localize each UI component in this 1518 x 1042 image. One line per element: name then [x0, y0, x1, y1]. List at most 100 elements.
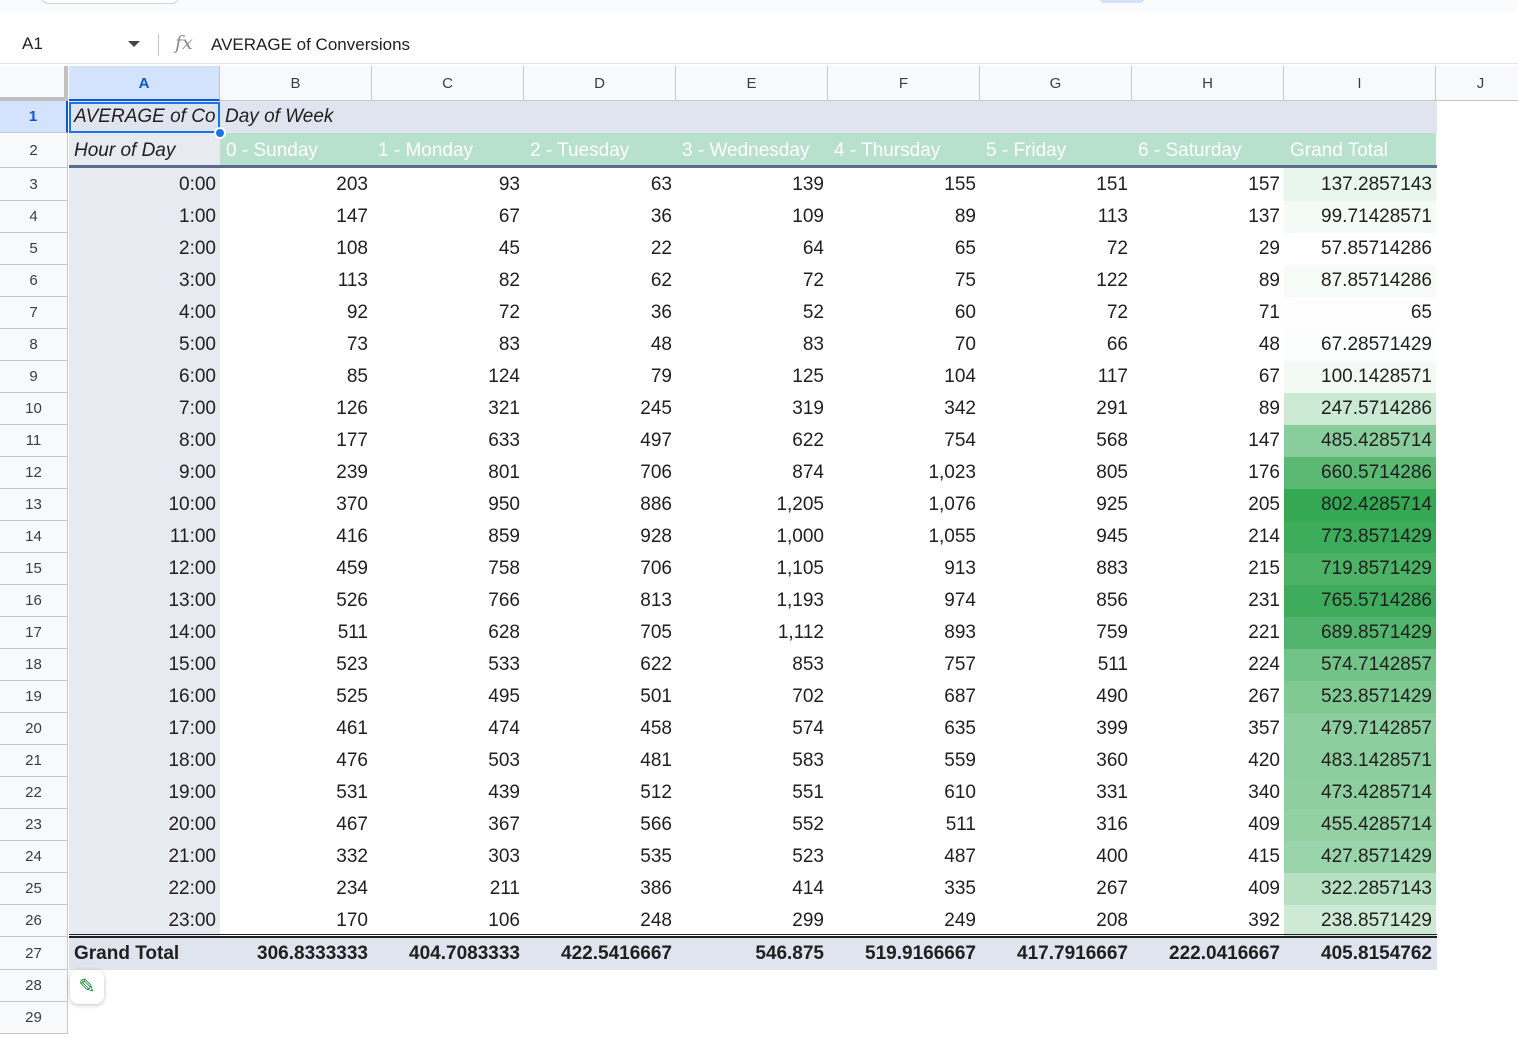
- hour-label[interactable]: 15:00: [69, 649, 220, 681]
- data-cell[interactable]: 62: [524, 265, 676, 297]
- data-cell[interactable]: 89: [1132, 265, 1284, 297]
- hour-label[interactable]: 9:00: [69, 457, 220, 489]
- data-cell[interactable]: 1,076: [828, 489, 980, 521]
- data-cell[interactable]: 125: [676, 361, 828, 393]
- data-cell[interactable]: 622: [524, 649, 676, 681]
- data-cell[interactable]: 215: [1132, 553, 1284, 585]
- data-cell[interactable]: 224: [1132, 649, 1284, 681]
- data-cell[interactable]: 526: [220, 585, 372, 617]
- data-cell[interactable]: 702: [676, 681, 828, 713]
- grand-total-cell[interactable]: 427.8571429: [1284, 841, 1436, 873]
- data-cell[interactable]: 512: [524, 777, 676, 809]
- data-cell[interactable]: 203: [220, 168, 372, 201]
- data-cell[interactable]: 321: [372, 393, 524, 425]
- grand-total-cell[interactable]: 773.8571429: [1284, 521, 1436, 553]
- data-cell[interactable]: 474: [372, 713, 524, 745]
- data-cell[interactable]: 974: [828, 585, 980, 617]
- data-cell[interactable]: 439: [372, 777, 524, 809]
- data-cell[interactable]: 497: [524, 425, 676, 457]
- grand-total-cell[interactable]: 479.7142857: [1284, 713, 1436, 745]
- column-header-c[interactable]: C: [372, 66, 524, 101]
- row-header-3[interactable]: 3: [0, 168, 68, 201]
- grand-total-cell[interactable]: 238.8571429: [1284, 905, 1436, 937]
- data-cell[interactable]: 490: [980, 681, 1132, 713]
- data-cell[interactable]: 170: [220, 905, 372, 937]
- data-cell[interactable]: 29: [1132, 233, 1284, 265]
- grand-total-overall[interactable]: 405.8154762: [1284, 938, 1436, 970]
- grand-total-cell[interactable]: 65: [1284, 297, 1436, 329]
- data-cell[interactable]: 420: [1132, 745, 1284, 777]
- data-cell[interactable]: 559: [828, 745, 980, 777]
- grand-total-cell[interactable]: 87.85714286: [1284, 265, 1436, 297]
- grand-total-value[interactable]: 422.5416667: [524, 938, 676, 970]
- hour-label[interactable]: 18:00: [69, 745, 220, 777]
- column-header-g[interactable]: G: [980, 66, 1132, 101]
- data-cell[interactable]: 928: [524, 521, 676, 553]
- data-cell[interactable]: 157: [1132, 168, 1284, 201]
- fill-handle[interactable]: [214, 127, 226, 139]
- data-cell[interactable]: 267: [1132, 681, 1284, 713]
- data-cell[interactable]: 503: [372, 745, 524, 777]
- data-cell[interactable]: 525: [220, 681, 372, 713]
- data-cell[interactable]: 104: [828, 361, 980, 393]
- data-cell[interactable]: 67: [372, 201, 524, 233]
- row-header-20[interactable]: 20: [0, 713, 68, 745]
- data-cell[interactable]: 245: [524, 393, 676, 425]
- data-cell[interactable]: 1,193: [676, 585, 828, 617]
- data-cell[interactable]: 63: [524, 168, 676, 201]
- data-cell[interactable]: 71: [1132, 297, 1284, 329]
- grand-total-cell[interactable]: 473.4285714: [1284, 777, 1436, 809]
- data-cell[interactable]: 267: [980, 873, 1132, 905]
- data-cell[interactable]: 36: [524, 201, 676, 233]
- data-cell[interactable]: 113: [220, 265, 372, 297]
- data-cell[interactable]: 945: [980, 521, 1132, 553]
- data-cell[interactable]: 48: [524, 329, 676, 361]
- select-all-corner[interactable]: [0, 66, 68, 101]
- data-cell[interactable]: 461: [220, 713, 372, 745]
- data-cell[interactable]: 124: [372, 361, 524, 393]
- data-cell[interactable]: 511: [980, 649, 1132, 681]
- data-cell[interactable]: 409: [1132, 873, 1284, 905]
- row-header-1[interactable]: 1: [0, 101, 68, 133]
- data-cell[interactable]: 113: [980, 201, 1132, 233]
- data-cell[interactable]: 155: [828, 168, 980, 201]
- data-cell[interactable]: 83: [372, 329, 524, 361]
- row-header-29[interactable]: 29: [0, 1002, 68, 1034]
- grand-total-cell[interactable]: 485.4285714: [1284, 425, 1436, 457]
- data-cell[interactable]: 1,023: [828, 457, 980, 489]
- data-cell[interactable]: 139: [676, 168, 828, 201]
- row-header-10[interactable]: 10: [0, 393, 68, 425]
- data-cell[interactable]: 1,000: [676, 521, 828, 553]
- data-cell[interactable]: 574: [676, 713, 828, 745]
- data-cell[interactable]: 60: [828, 297, 980, 329]
- data-cell[interactable]: 72: [676, 265, 828, 297]
- grand-total-cell[interactable]: 57.85714286: [1284, 233, 1436, 265]
- hour-label[interactable]: 6:00: [69, 361, 220, 393]
- data-cell[interactable]: 1,112: [676, 617, 828, 649]
- data-cell[interactable]: 1,205: [676, 489, 828, 521]
- grand-total-value[interactable]: 519.9166667: [828, 938, 980, 970]
- data-cell[interactable]: 319: [676, 393, 828, 425]
- grand-total-cell[interactable]: 137.2857143: [1284, 168, 1436, 201]
- data-cell[interactable]: 459: [220, 553, 372, 585]
- column-header-a[interactable]: A: [69, 66, 220, 101]
- data-cell[interactable]: 79: [524, 361, 676, 393]
- grand-total-cell[interactable]: 100.1428571: [1284, 361, 1436, 393]
- data-cell[interactable]: 147: [220, 201, 372, 233]
- data-cell[interactable]: 622: [676, 425, 828, 457]
- data-cell[interactable]: 89: [828, 201, 980, 233]
- data-cell[interactable]: 72: [372, 297, 524, 329]
- data-cell[interactable]: 72: [980, 297, 1132, 329]
- grand-total-cell[interactable]: 483.1428571: [1284, 745, 1436, 777]
- data-cell[interactable]: 72: [980, 233, 1132, 265]
- data-cell[interactable]: 299: [676, 905, 828, 937]
- row-header-16[interactable]: 16: [0, 585, 68, 617]
- data-cell[interactable]: 83: [676, 329, 828, 361]
- grand-total-cell[interactable]: 574.7142857: [1284, 649, 1436, 681]
- hour-label[interactable]: 7:00: [69, 393, 220, 425]
- toolbar-search-pill[interactable]: [40, 0, 180, 4]
- data-cell[interactable]: 93: [372, 168, 524, 201]
- data-cell[interactable]: 52: [676, 297, 828, 329]
- column-header-i[interactable]: I: [1284, 66, 1436, 101]
- data-cell[interactable]: 126: [220, 393, 372, 425]
